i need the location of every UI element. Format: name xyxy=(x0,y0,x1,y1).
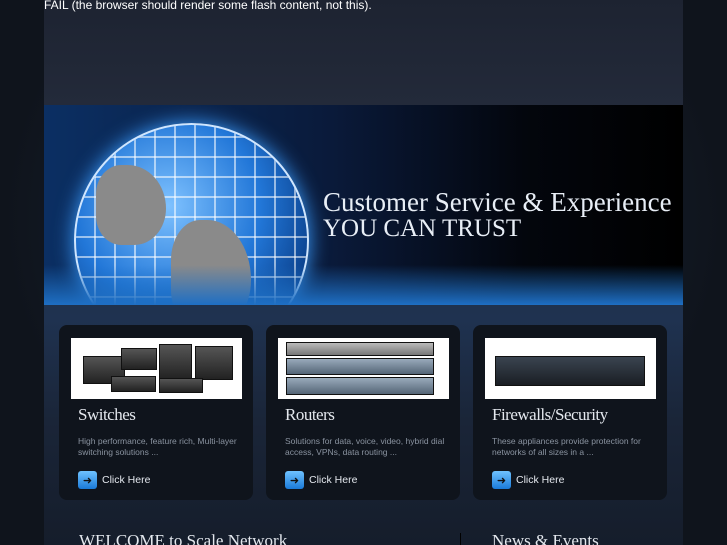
card-description: These appliances provide protection for … xyxy=(492,436,641,457)
click-here-link[interactable]: ➜ Click Here xyxy=(492,471,564,489)
news-heading: News & Events xyxy=(492,531,599,545)
click-here-link[interactable]: ➜ Click Here xyxy=(285,471,357,489)
hero-banner: Customer Service & Experience YOU CAN TR… xyxy=(44,105,683,305)
card-description: Solutions for data, voice, video, hybrid… xyxy=(285,436,445,457)
arrow-right-icon: ➜ xyxy=(78,471,97,489)
banner-subheadline: YOU CAN TRUST xyxy=(323,215,522,242)
arrow-right-icon: ➜ xyxy=(285,471,304,489)
section-divider xyxy=(460,533,461,545)
card-title: Switches xyxy=(78,405,136,424)
card-title: Routers xyxy=(285,405,335,424)
welcome-heading: WELCOME to Scale Network xyxy=(79,531,288,545)
product-card-switches: Switches High performance, feature rich,… xyxy=(59,325,253,500)
routers-image xyxy=(278,338,449,399)
product-card-firewalls: Firewalls/Security These appliances prov… xyxy=(473,325,667,500)
banner-headline: Customer Service & Experience xyxy=(323,187,672,217)
firewall-image xyxy=(485,338,656,399)
product-card-routers: Routers Solutions for data, voice, video… xyxy=(266,325,460,500)
click-here-link[interactable]: ➜ Click Here xyxy=(78,471,150,489)
arrow-right-icon: ➜ xyxy=(492,471,511,489)
flash-fallback-message: FAIL (the browser should render some fla… xyxy=(44,0,372,12)
card-title: Firewalls/Security xyxy=(492,405,608,424)
switches-image xyxy=(71,338,242,399)
card-description: High performance, feature rich, Multi-la… xyxy=(78,436,237,457)
